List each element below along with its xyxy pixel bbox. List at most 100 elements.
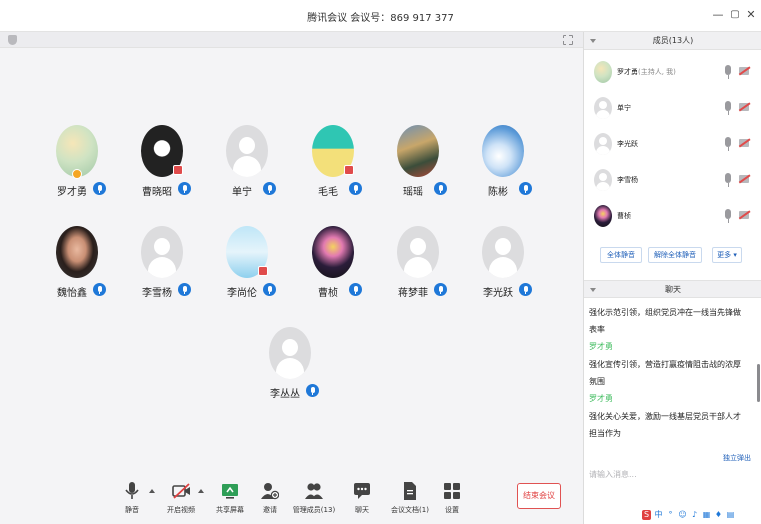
avatar: [397, 125, 439, 177]
chat-messages: 强化示范引领，组织党员冲在一线当先锋做 表率 罗才勇 强化宣传引领，营造打赢疫情…: [584, 304, 754, 456]
member-row[interactable]: 李雪杨: [584, 162, 761, 196]
mic-icon: [93, 283, 106, 296]
camera-off-icon[interactable]: [739, 211, 749, 219]
ime-chinese-icon[interactable]: 中: [654, 510, 663, 520]
mic-icon: [434, 283, 447, 296]
ime-punctuation-icon[interactable]: °: [666, 510, 675, 520]
window-title: 腾讯会议 会议号：869 917 377: [307, 13, 454, 24]
chat-scrollbar[interactable]: [757, 364, 760, 402]
microphone-icon[interactable]: [725, 137, 731, 151]
members-header[interactable]: 成员(13人): [584, 32, 761, 50]
close-icon[interactable]: ✕: [744, 8, 758, 22]
mic-icon: [519, 182, 532, 195]
chat-header[interactable]: 聊天: [584, 280, 761, 298]
mute-all-button[interactable]: 全体静音: [600, 247, 642, 263]
stage-toolbar: [0, 32, 583, 48]
avatar: [312, 226, 354, 278]
ime-emoji-icon[interactable]: ☺: [678, 510, 687, 520]
document-icon: [401, 481, 419, 501]
video-stage: 罗才勇 曹晓昭 单宁 毛毛 瑶瑶 陈彬 魏怡鑫 李雪杨 李尚伦 曹桢 蒋梦菲 李…: [0, 32, 583, 473]
chat-title: 聊天: [665, 285, 681, 294]
participant-tile[interactable]: 单宁: [205, 125, 289, 205]
member-row[interactable]: 李光跃: [584, 126, 761, 160]
participant-tile[interactable]: 曹桢: [291, 226, 375, 306]
avatar: [594, 133, 612, 155]
avatar: [482, 226, 524, 278]
microphone-icon[interactable]: [725, 65, 731, 79]
mic-icon: [263, 283, 276, 296]
avatar: [141, 226, 183, 278]
mic-icon: [178, 283, 191, 296]
microphone-icon[interactable]: [725, 209, 731, 223]
avatar: [226, 125, 268, 177]
popout-link[interactable]: 独立弹出: [723, 453, 751, 463]
minimize-icon[interactable]: —: [711, 8, 725, 22]
more-button[interactable]: 更多 ▾: [712, 247, 742, 263]
fullscreen-icon[interactable]: [561, 33, 575, 47]
video-badge-icon: [258, 266, 268, 276]
participant-tile[interactable]: 曹晓昭: [120, 125, 204, 205]
member-row[interactable]: 单宁: [584, 90, 761, 124]
avatar: [594, 205, 612, 227]
collapse-chevron-icon[interactable]: [590, 39, 596, 43]
mic-icon: [263, 182, 276, 195]
video-badge-icon: [173, 165, 183, 175]
camera-off-icon[interactable]: [739, 139, 749, 147]
participant-tile[interactable]: 魏怡鑫: [35, 226, 119, 306]
participant-tile[interactable]: 瑶瑶: [376, 125, 460, 205]
mic-icon: [434, 182, 447, 195]
end-meeting-button[interactable]: 结束会议: [517, 483, 561, 509]
ime-logo-icon[interactable]: S: [642, 510, 651, 520]
side-panel: 成员(13人) 罗才勇(主持人, 我) 单宁 李光跃 李雪杨 曹桢 全体静音 解…: [583, 32, 761, 524]
mic-icon: [349, 182, 362, 195]
meeting-toolbar: 静音 开启视频 共享屏幕 邀请 管理成员(13) 聊天 会议文档(1) 设置 结…: [0, 473, 583, 524]
ime-toolbar: S 中 ° ☺ ♪ ▦ ♦ ▤: [642, 510, 761, 524]
chat-sender: 罗才勇: [589, 342, 613, 351]
member-name: 李光跃: [617, 140, 638, 148]
ime-tools-icon[interactable]: ▤: [726, 510, 735, 520]
avatar: [56, 226, 98, 278]
maximize-icon[interactable]: ▢: [728, 8, 742, 22]
participant-tile[interactable]: 李光跃: [461, 226, 545, 306]
camera-off-icon[interactable]: [739, 175, 749, 183]
chat-icon: [353, 481, 371, 501]
participant-tile[interactable]: 李尚伦: [205, 226, 289, 306]
mic-icon: [93, 182, 106, 195]
camera-off-icon[interactable]: [739, 67, 749, 75]
participant-tile[interactable]: 李雪杨: [120, 226, 204, 306]
chat-message: 强化示范引领，组织党员冲在一线当先锋做: [589, 308, 741, 317]
collapse-chevron-icon[interactable]: [590, 288, 596, 292]
member-role: (主持人, 我): [638, 68, 676, 76]
host-badge-icon: [72, 169, 82, 179]
participant-tile[interactable]: 罗才勇: [35, 125, 119, 205]
ime-voice-icon[interactable]: ♪: [690, 510, 699, 520]
participant-tile[interactable]: 蒋梦菲: [376, 226, 460, 306]
settings-button[interactable]: 设置: [422, 481, 482, 517]
chat-sender: 罗才勇: [589, 394, 613, 403]
avatar: [594, 61, 612, 83]
microphone-icon[interactable]: [725, 173, 731, 187]
camera-off-icon[interactable]: [739, 103, 749, 111]
ime-keyboard-icon[interactable]: ▦: [702, 510, 711, 520]
member-name: 罗才勇: [617, 68, 638, 76]
share-screen-icon: [221, 481, 239, 501]
video-off-icon: [172, 481, 190, 501]
member-row[interactable]: 曹桢: [584, 198, 761, 232]
avatar: [594, 169, 612, 191]
unmute-all-button[interactable]: 解除全体静音: [648, 247, 702, 263]
participant-tile[interactable]: 陈彬: [461, 125, 545, 205]
participant-tile[interactable]: 李丛丛: [248, 327, 332, 407]
chat-message: 强化宣传引领，营造打赢疫情阻击战的浓厚: [589, 360, 741, 369]
chat-message: 氛围: [589, 377, 605, 386]
microphone-icon[interactable]: [725, 101, 731, 115]
title-bar: 腾讯会议 会议号：869 917 377 — ▢ ✕: [0, 0, 761, 32]
shield-icon[interactable]: [8, 35, 17, 45]
avatar: [397, 226, 439, 278]
mic-icon: [306, 384, 319, 397]
chat-message: 强化关心关爱，激励一线基层党员干部人才: [589, 412, 741, 421]
member-row[interactable]: 罗才勇(主持人, 我): [584, 54, 761, 88]
chat-input[interactable]: 请输入消息...: [589, 469, 637, 480]
member-name: 李雪杨: [617, 176, 638, 184]
participant-tile[interactable]: 毛毛: [291, 125, 375, 205]
ime-skin-icon[interactable]: ♦: [714, 510, 723, 520]
